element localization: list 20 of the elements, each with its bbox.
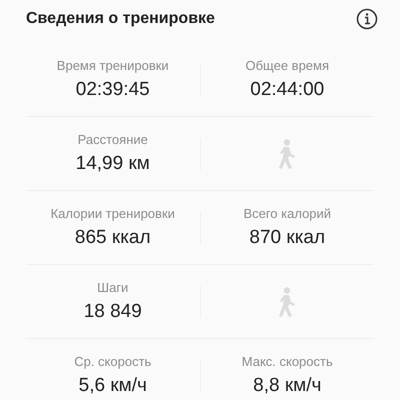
metric-value: 02:44:00 <box>250 78 324 102</box>
metric-value: 14,99 км <box>76 152 150 176</box>
metric-value: 18 849 <box>84 300 142 324</box>
metric-value: 8,8 км/ч <box>253 374 322 398</box>
metric-label: Шаги <box>97 278 128 296</box>
metric-label: Общее время <box>245 56 330 74</box>
metric-label: Всего калорий <box>243 204 332 222</box>
metric-value: 02:39:45 <box>76 78 150 102</box>
walking-person-icon <box>278 138 296 168</box>
metric-value: 5,6 км/ч <box>78 374 147 398</box>
info-icon[interactable] <box>356 8 378 30</box>
metric-label: Макс. скорость <box>242 352 333 370</box>
metric-label: Ср. скорость <box>74 352 152 370</box>
metric-value: 870 ккал <box>249 226 326 250</box>
metric-value: 865 ккал <box>74 226 151 250</box>
walking-person-icon <box>278 286 296 316</box>
metric-label: Время тренировки <box>56 56 169 74</box>
metric-label: Калории тренировки <box>50 204 175 222</box>
section-title: Сведения о тренировке <box>26 8 215 28</box>
metric-label: Расстояние <box>78 130 148 148</box>
